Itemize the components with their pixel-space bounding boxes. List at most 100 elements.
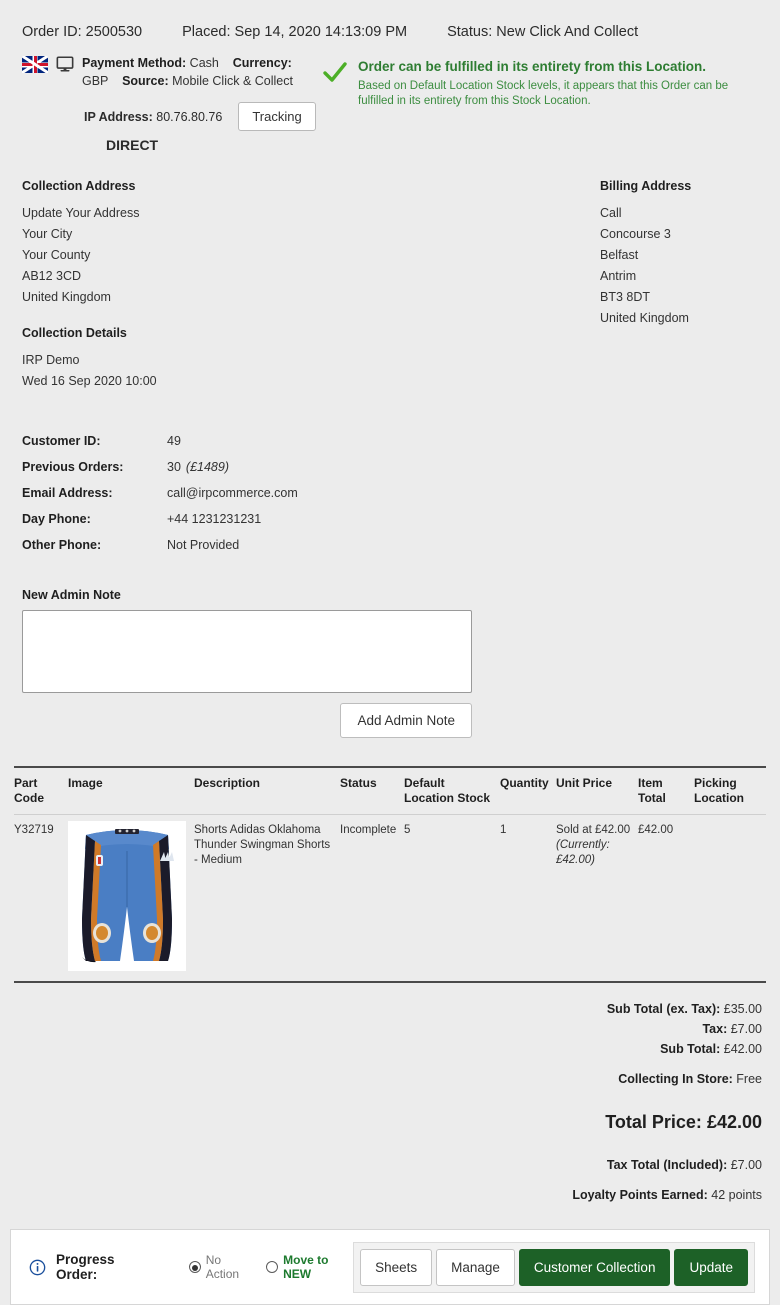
total-row: Sub Total (ex. Tax): £35.00 xyxy=(0,999,762,1019)
source-value: Mobile Click & Collect xyxy=(172,74,293,88)
currency-label: Currency: xyxy=(232,56,292,70)
previous-orders-total: (£1489) xyxy=(185,460,229,474)
total-label: Loyalty Points Earned: xyxy=(572,1188,708,1202)
order-summary-header: Order ID: 2500530 Placed: Sep 14, 2020 1… xyxy=(0,0,780,48)
source-label: Source: xyxy=(122,74,169,88)
total-value: £7.00 xyxy=(730,1158,762,1172)
total-value: 42 points xyxy=(711,1188,762,1202)
total-label: Sub Total (ex. Tax): xyxy=(606,1002,721,1016)
total-label: Sub Total: xyxy=(660,1042,721,1056)
currency-value: GBP xyxy=(82,74,109,88)
addresses-section: Collection Address Update Your Address Y… xyxy=(0,153,780,392)
col-image: Image xyxy=(68,766,194,815)
ip-address-label: IP Address: xyxy=(84,109,153,124)
payment-method-value: Cash xyxy=(189,56,219,70)
customer-detail-row: Day Phone: +44 1231231231 xyxy=(22,506,780,532)
customer-details-table: Customer ID: 49 Previous Orders: 30 (£14… xyxy=(0,392,780,558)
customer-detail-row: Other Phone: Not Provided xyxy=(22,532,780,558)
col-description: Description xyxy=(194,766,340,815)
cell-picking-location xyxy=(694,814,766,983)
customer-detail-value: 49 xyxy=(167,434,181,448)
col-item-total: Item Total xyxy=(638,766,694,815)
collection-address-line: United Kingdom xyxy=(22,290,111,304)
status-group: Status: New Click And Collect xyxy=(447,24,638,40)
progress-order-options: No Action Move to NEW xyxy=(188,1253,353,1281)
grand-total-row: Total Price: £42.00 xyxy=(0,1109,762,1135)
customer-detail-value: Not Provided xyxy=(167,538,240,552)
billing-address-line: Belfast xyxy=(600,248,639,262)
collection-address-line: Your County xyxy=(22,248,91,262)
customer-detail-value: +44 1231231231 xyxy=(167,512,262,526)
table-header-row: Part Code Image Description Status Defau… xyxy=(14,766,766,815)
table-row: Y32719 Shorts Adidas Oklahoma Thunder Sw… xyxy=(14,814,766,983)
cell-image xyxy=(68,814,194,983)
ip-address-value: 80.76.80.76 xyxy=(156,109,223,124)
admin-note-input[interactable] xyxy=(22,610,472,693)
customer-detail-key: Email Address: xyxy=(22,486,113,500)
col-part-code: Part Code xyxy=(14,766,68,815)
total-row: Tax Total (Included): £7.00 xyxy=(0,1155,762,1175)
order-detail-page: Order ID: 2500530 Placed: Sep 14, 2020 1… xyxy=(0,0,780,1305)
basketball-shorts-image xyxy=(68,821,186,971)
meta-icons-and-text: Payment Method: Cash Currency: GBP Sourc… xyxy=(22,54,322,90)
add-admin-note-button[interactable]: Add Admin Note xyxy=(340,703,472,738)
cell-unit-price: Sold at £42.00 (Currently: £42.00) xyxy=(556,814,638,983)
order-meta-row: Payment Method: Cash Currency: GBP Sourc… xyxy=(0,48,780,153)
admin-note-actions: Add Admin Note xyxy=(22,703,472,738)
total-row: Loyalty Points Earned: 42 points xyxy=(0,1185,762,1205)
cell-description: Shorts Adidas Oklahoma Thunder Swingman … xyxy=(194,814,340,983)
fulfilment-message: Order can be fulfilled in its entirety f… xyxy=(322,54,762,109)
total-value: £35.00 xyxy=(723,1002,762,1016)
new-admin-note-section: New Admin Note Add Admin Note xyxy=(0,558,780,738)
col-status: Status xyxy=(340,766,404,815)
shipping-value: Free xyxy=(736,1072,762,1086)
customer-detail-value: call@irpcommerce.com xyxy=(167,486,298,500)
direct-label: DIRECT xyxy=(106,137,159,153)
collection-address-line: Update Your Address xyxy=(22,206,140,220)
order-totals: Sub Total (ex. Tax): £35.00 Tax: £7.00 S… xyxy=(0,983,780,1205)
col-default-location-stock: Default Location Stock xyxy=(404,766,500,815)
radio-no-action[interactable]: No Action xyxy=(188,1253,252,1281)
grand-total-value: £42.00 xyxy=(706,1112,762,1132)
cell-status: Incomplete xyxy=(340,814,404,983)
shipping-label: Collecting In Store: xyxy=(618,1072,733,1086)
collection-address-title: Collection Address xyxy=(22,179,136,193)
progress-order-group: Progress Order: No Action Move to NEW xyxy=(29,1252,353,1282)
billing-address-line: United Kingdom xyxy=(600,311,689,325)
radio-no-action-dot[interactable] xyxy=(188,1261,201,1273)
placed-label: Placed: xyxy=(182,24,231,40)
radio-no-action-label: No Action xyxy=(205,1253,240,1281)
collection-details-line: Wed 16 Sep 2020 10:00 xyxy=(22,374,157,388)
payment-meta-text: Payment Method: Cash Currency: GBP Sourc… xyxy=(82,54,293,90)
radio-move-to-new-dot[interactable] xyxy=(266,1261,279,1273)
customer-detail-row: Customer ID: 49 xyxy=(22,428,780,454)
placed-value: Sep 14, 2020 14:13:09 PM xyxy=(234,24,408,40)
order-id-label: Order ID: xyxy=(22,24,82,40)
billing-address-line: Concourse 3 xyxy=(600,227,671,241)
billing-address-line: Antrim xyxy=(600,269,637,283)
collection-details-line: IRP Demo xyxy=(22,353,80,367)
total-value: £42.00 xyxy=(723,1042,762,1056)
order-lines-table: Part Code Image Description Status Defau… xyxy=(14,766,766,983)
total-value: £7.00 xyxy=(730,1022,762,1036)
customer-detail-row: Email Address: call@irpcommerce.com xyxy=(22,480,780,506)
shipping-row: Collecting In Store: Free xyxy=(0,1069,762,1089)
collection-details-title: Collection Details xyxy=(22,326,127,340)
placed-group: Placed: Sep 14, 2020 14:13:09 PM xyxy=(182,24,407,40)
tracking-button[interactable]: Tracking xyxy=(238,102,316,131)
new-admin-note-label: New Admin Note xyxy=(22,588,121,602)
billing-address-block: Billing Address Call Concourse 3 Belfast… xyxy=(600,179,691,329)
ip-address-row: IP Address: 80.76.80.76 Tracking xyxy=(22,102,322,131)
order-action-buttons: Sheets Manage Customer Collection Update xyxy=(353,1241,755,1293)
uk-flag-icon xyxy=(22,56,48,73)
status-value: New Click And Collect xyxy=(496,24,639,40)
green-check-icon xyxy=(323,62,347,82)
unit-price-current: (Currently: £42.00) xyxy=(556,839,610,866)
payment-method-label: Payment Method: xyxy=(82,56,187,70)
radio-move-to-new[interactable]: Move to NEW xyxy=(266,1253,353,1281)
billing-address-line: Call xyxy=(600,206,622,220)
collection-address-block: Collection Address Update Your Address Y… xyxy=(22,179,582,392)
